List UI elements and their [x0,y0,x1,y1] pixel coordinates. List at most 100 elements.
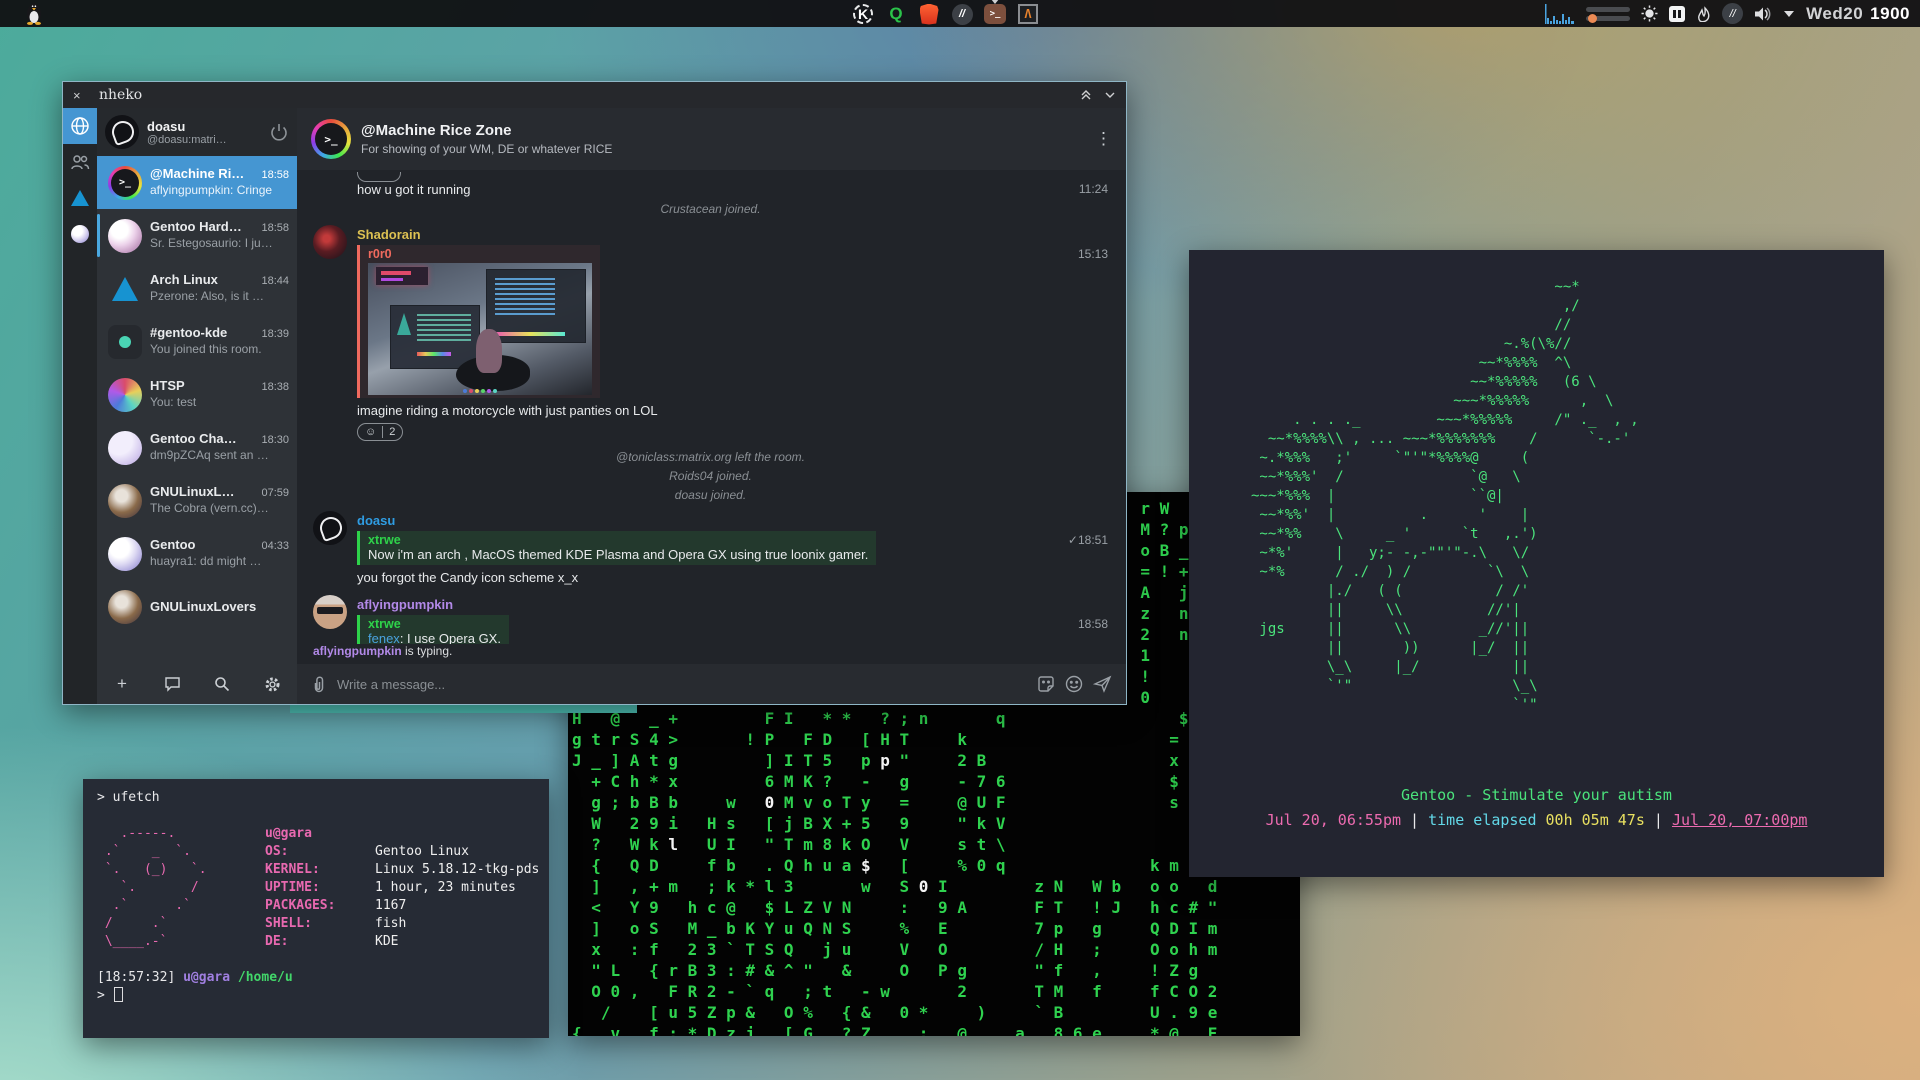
volume-icon[interactable] [1754,6,1772,22]
attach-paperclip-icon[interactable] [311,675,327,693]
settings-gear-icon[interactable] [260,672,284,696]
room-item[interactable]: Arch Linux18:44 Pzerone: Also, is it … [97,262,297,315]
window-title: nheko [99,87,142,103]
room-item[interactable]: HTSP18:38You: test [97,368,297,421]
account-user-id: @doasu:matri… [147,134,261,146]
reaction-pill[interactable]: ☺ 2 [357,423,403,441]
room-preview: You joined this room. [150,342,262,356]
launcher-lambda-icon[interactable]: Λ [1016,2,1040,26]
reply-quote[interactable]: xtrwe fenex: I use Opera GX. [357,615,509,644]
room-item[interactable]: #gentoo-kde18:39You joined this room. [97,315,297,368]
image-attachment[interactable] [368,263,592,395]
user-avatar[interactable] [313,225,347,259]
message-row: aflyingpumpkin 18:58 xtrwe fenex: I use … [313,591,1108,644]
panel-clock[interactable]: Wed20 1900 [1806,4,1910,24]
active-window-marker [991,0,999,4]
ascii-unicorn-art: ~~* ,/ // ~.%(\%// ~~*%%%% ^\ ~~*%%%%% (… [1189,250,1884,715]
room-item[interactable]: Gentoo Cha…18:30dm9pZCAq sent an … [97,421,297,474]
message-author: doasu [357,507,1108,528]
account-avatar[interactable] [105,115,139,149]
clock-date: Wed20 [1806,4,1863,24]
reaction-pill-clipped[interactable] [357,172,401,182]
tabby-tray-icon[interactable]: // [1722,3,1743,24]
room-name: Arch Linux [150,272,259,287]
media-pause-icon[interactable] [1669,6,1685,22]
shade-double-chevron-icon[interactable] [1080,89,1092,101]
community-arch-icon[interactable] [63,180,97,216]
room-last-time: 18:44 [261,275,289,287]
room-item[interactable]: GNULinuxL…07:59The Cobra (vern.cc)… [97,474,297,527]
launcher-qgis-icon[interactable]: Q [884,2,908,26]
launcher-tabby-icon[interactable]: // [950,2,974,26]
room-item[interactable]: Gentoo04:33huayra1: dd might … [97,527,297,580]
community-people-icon[interactable] [63,144,97,180]
ufetch-command-line: > ufetch [97,789,535,807]
room-directory-button[interactable] [160,672,184,696]
user-avatar[interactable] [313,511,347,545]
room-preview: The Cobra (vern.cc)… [150,501,269,515]
launcher-term-owl-icon[interactable]: >_ [983,2,1007,26]
room-avatar [108,325,142,359]
ascii-unicorn-terminal-window[interactable]: ~~* ,/ // ~.%(\%// ~~*%%%% ^\ ~~*%%%%% (… [1189,250,1884,877]
user-avatar[interactable] [313,595,347,629]
room-last-time: 18:58 [261,169,289,181]
room-avatar [108,537,142,571]
room-header[interactable]: >_ @Machine Rice Zone For showing of you… [297,108,1126,170]
message-composer[interactable]: Write a message... [297,664,1126,704]
reply-author: xtrwe [368,617,501,631]
reaction-count: 2 [389,426,395,438]
add-room-button[interactable]: + [110,672,134,696]
send-icon[interactable] [1093,675,1112,693]
search-button[interactable] [210,672,234,696]
room-item[interactable]: >_@Machine Ri…18:58aflyingpumpkin: Cring… [97,156,297,209]
ufetch-terminal-window[interactable]: > ufetch .-----.u@gara .` _ `.OS:Gentoo … [83,779,549,1038]
tux-penguin-icon[interactable] [24,2,44,25]
user-mention-link[interactable]: fenex [368,631,400,644]
room-last-time: 18:58 [261,222,289,234]
reply-quote[interactable]: r0r0 [357,245,600,398]
prompt-time: [18:57:32] [97,969,175,987]
message-author: aflyingpumpkin [357,591,1108,612]
tray-expander-chevron-icon[interactable] [1783,10,1795,18]
message-row: how u got it running 11:24 [313,182,1108,197]
room-preview: Pzerone: Also, is it … [150,289,264,303]
account-row[interactable]: doasu @doasu:matri… [97,108,297,156]
room-last-time: 07:59 [261,487,289,499]
room-name: Gentoo [150,537,259,552]
room-sidebar: doasu @doasu:matri… >_@Machine Ri…18:58a… [97,108,297,704]
community-all-rooms-globe-icon[interactable] [63,108,97,144]
launcher-kde-icon[interactable]: K [851,2,875,26]
slider-widget[interactable] [1586,7,1630,21]
nheko-window: × nheko [62,81,1127,705]
membership-notice: doasu joined. [313,488,1108,502]
taskbar-launchers: KQ // >_ Λ [851,0,1040,27]
room-avatar[interactable]: >_ [311,119,351,159]
minimize-chevron-icon[interactable] [1104,91,1116,99]
sticker-icon[interactable] [1037,675,1055,693]
system-tray: // Wed20 1900 [1545,0,1910,27]
matrix-rain-row: { Q D f b . Q h u a $ [ % 0 q k m [572,855,1296,876]
close-icon[interactable]: × [73,88,89,103]
logout-power-icon[interactable] [269,122,289,142]
emoji-icon[interactable] [1065,675,1083,693]
brightness-sun-icon[interactable] [1641,5,1658,22]
launcher-brave-icon[interactable] [917,2,941,26]
matrix-rain-row: x : f 2 3 ` T S Q j u V O / H ; O o h m [572,939,1296,960]
flame-tray-icon[interactable] [1696,5,1711,22]
shell-input-line[interactable]: > [97,987,535,1005]
nheko-titlebar[interactable]: × nheko [63,82,1126,108]
room-menu-dots-icon[interactable]: ⋮ [1095,129,1112,149]
matrix-rain-row: H @ _ + F I * * ? ; n q $ [572,708,1296,729]
room-avatar [108,272,142,306]
room-item[interactable]: Gentoo Hard…18:58Sr. Estegosaurio: I ju… [97,209,297,262]
matrix-rain-row: ? W k l U I " T m 8 k O V s t \ [572,834,1296,855]
typing-text: is typing. [402,644,453,658]
prompt-path: /home/u [238,969,293,987]
reply-quote[interactable]: xtrwe Now i'm an arch , MacOS themed KDE… [357,531,876,565]
community-gentoo-icon[interactable] [63,216,97,252]
resource-graph-widget[interactable] [1545,4,1575,24]
shell-prompt-line: [18:57:32] u@gara /home/u [97,969,535,987]
membership-notice: Crustacean joined. [313,202,1108,216]
room-item[interactable]: GNULinuxLovers [97,580,297,633]
message-input[interactable]: Write a message... [337,677,1027,692]
